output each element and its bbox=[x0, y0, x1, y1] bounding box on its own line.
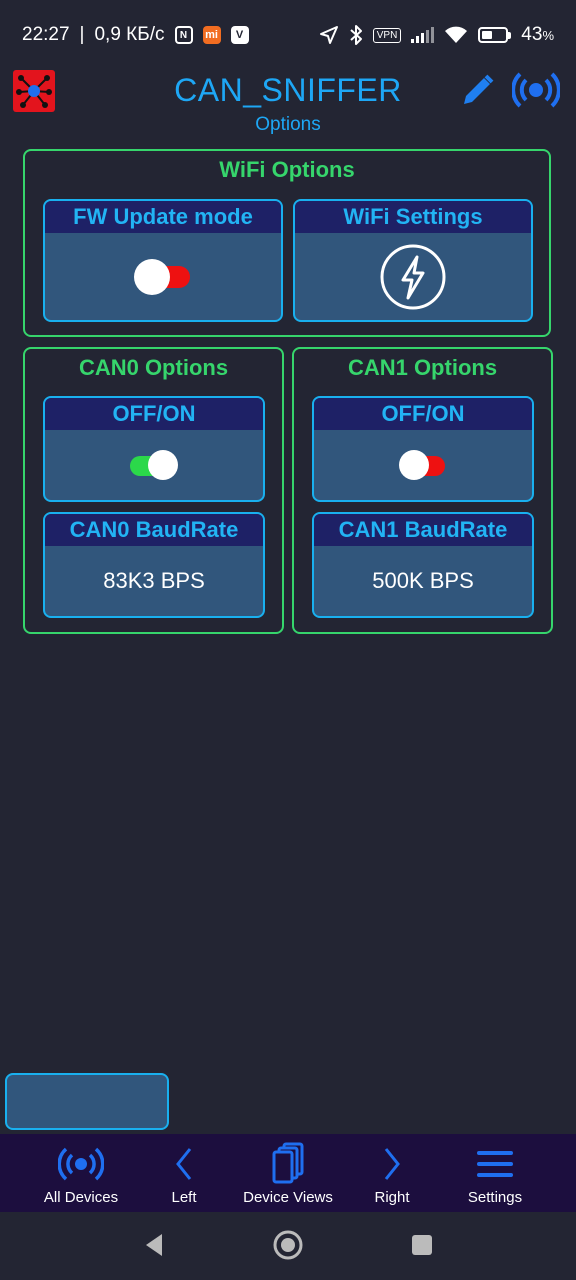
app-header: CAN_SNIFFER Options bbox=[0, 70, 576, 140]
status-right: VPN 43% bbox=[319, 24, 554, 46]
can0-toggle-label: OFF/ON bbox=[45, 398, 263, 430]
nav-device-views[interactable]: Device Views bbox=[233, 1134, 343, 1212]
chevron-right-icon bbox=[384, 1148, 400, 1180]
can1-options-panel: CAN1 Options OFF/ON CAN1 BaudRate 500K B… bbox=[292, 347, 553, 634]
back-icon[interactable] bbox=[142, 1232, 166, 1258]
can0-toggle[interactable] bbox=[130, 450, 178, 480]
wifi-options-title: WiFi Options bbox=[219, 157, 355, 182]
nav-left[interactable]: Left bbox=[129, 1134, 239, 1212]
status-bar: 22:27 | 0,9 КБ/с N mi V VPN 43% bbox=[0, 0, 576, 70]
status-left: 22:27 | 0,9 КБ/с N mi V bbox=[22, 24, 249, 46]
vpn-icon: VPN bbox=[372, 27, 402, 43]
recents-icon[interactable] bbox=[411, 1234, 433, 1256]
signal-icon bbox=[411, 27, 435, 43]
nav-label: Device Views bbox=[243, 1189, 333, 1206]
nav-all-devices[interactable]: All Devices bbox=[26, 1134, 136, 1212]
mi-app-icon: mi bbox=[202, 26, 221, 44]
wifi-icon bbox=[445, 26, 468, 43]
broadcast-icon bbox=[58, 1147, 104, 1181]
bluetooth-icon bbox=[350, 25, 362, 45]
can0-toggle-card: OFF/ON bbox=[43, 396, 265, 502]
fw-update-toggle[interactable] bbox=[134, 258, 192, 296]
bottom-nav: All Devices Left Device Views Right Sett… bbox=[0, 1134, 576, 1212]
battery-fill bbox=[482, 31, 492, 39]
nfc-icon: N bbox=[174, 26, 193, 44]
battery-icon bbox=[478, 27, 512, 43]
pencil-icon[interactable] bbox=[460, 72, 496, 108]
can0-options-title: CAN0 Options bbox=[78, 355, 229, 380]
nav-label: All Devices bbox=[43, 1189, 119, 1206]
wifi-settings-label: WiFi Settings bbox=[295, 201, 531, 233]
location-icon bbox=[319, 26, 338, 44]
page-subtitle: Options bbox=[255, 114, 321, 135]
can1-baudrate-value: 500K BPS bbox=[372, 568, 474, 593]
can0-baudrate-card[interactable]: CAN0 BaudRate 83K3 BPS bbox=[43, 512, 265, 618]
status-time: 22:27 bbox=[22, 24, 70, 45]
can0-options-panel: CAN0 Options OFF/ON CAN0 BaudRate 83K3 B… bbox=[23, 347, 284, 634]
chevron-left-icon bbox=[176, 1148, 192, 1180]
pages-icon bbox=[272, 1142, 304, 1184]
fw-update-card: FW Update mode bbox=[43, 199, 283, 322]
can1-toggle-label: OFF/ON bbox=[314, 398, 532, 430]
can1-toggle[interactable] bbox=[399, 450, 447, 480]
nav-right[interactable]: Right bbox=[337, 1134, 447, 1212]
nav-label: Right bbox=[374, 1189, 410, 1206]
can0-baudrate-value: 83K3 BPS bbox=[103, 568, 205, 593]
status-divider: | bbox=[79, 24, 85, 45]
fw-update-label: FW Update mode bbox=[45, 201, 281, 233]
nav-label: Settings bbox=[467, 1189, 523, 1206]
can1-baudrate-card[interactable]: CAN1 BaudRate 500K BPS bbox=[312, 512, 534, 618]
can1-toggle-card: OFF/ON bbox=[312, 396, 534, 502]
nav-settings[interactable]: Settings bbox=[440, 1134, 550, 1212]
home-icon[interactable] bbox=[272, 1229, 304, 1261]
system-nav-bar bbox=[0, 1212, 576, 1280]
status-speed: 0,9 КБ/с bbox=[94, 24, 165, 45]
app-v-icon: V bbox=[230, 26, 249, 44]
lightning-icon[interactable] bbox=[379, 243, 447, 311]
menu-icon bbox=[477, 1151, 513, 1177]
wifi-settings-card[interactable]: WiFi Settings bbox=[293, 199, 533, 322]
broadcast-icon[interactable] bbox=[511, 68, 561, 112]
empty-bottom-card[interactable] bbox=[5, 1073, 169, 1130]
can0-baudrate-label: CAN0 BaudRate bbox=[45, 514, 263, 546]
can1-baudrate-label: CAN1 BaudRate bbox=[314, 514, 532, 546]
battery-percent: 43% bbox=[521, 24, 554, 45]
nav-label: Left bbox=[171, 1189, 197, 1206]
can1-options-title: CAN1 Options bbox=[347, 355, 498, 380]
wifi-options-panel: WiFi Options FW Update mode WiFi Setting… bbox=[23, 149, 551, 337]
